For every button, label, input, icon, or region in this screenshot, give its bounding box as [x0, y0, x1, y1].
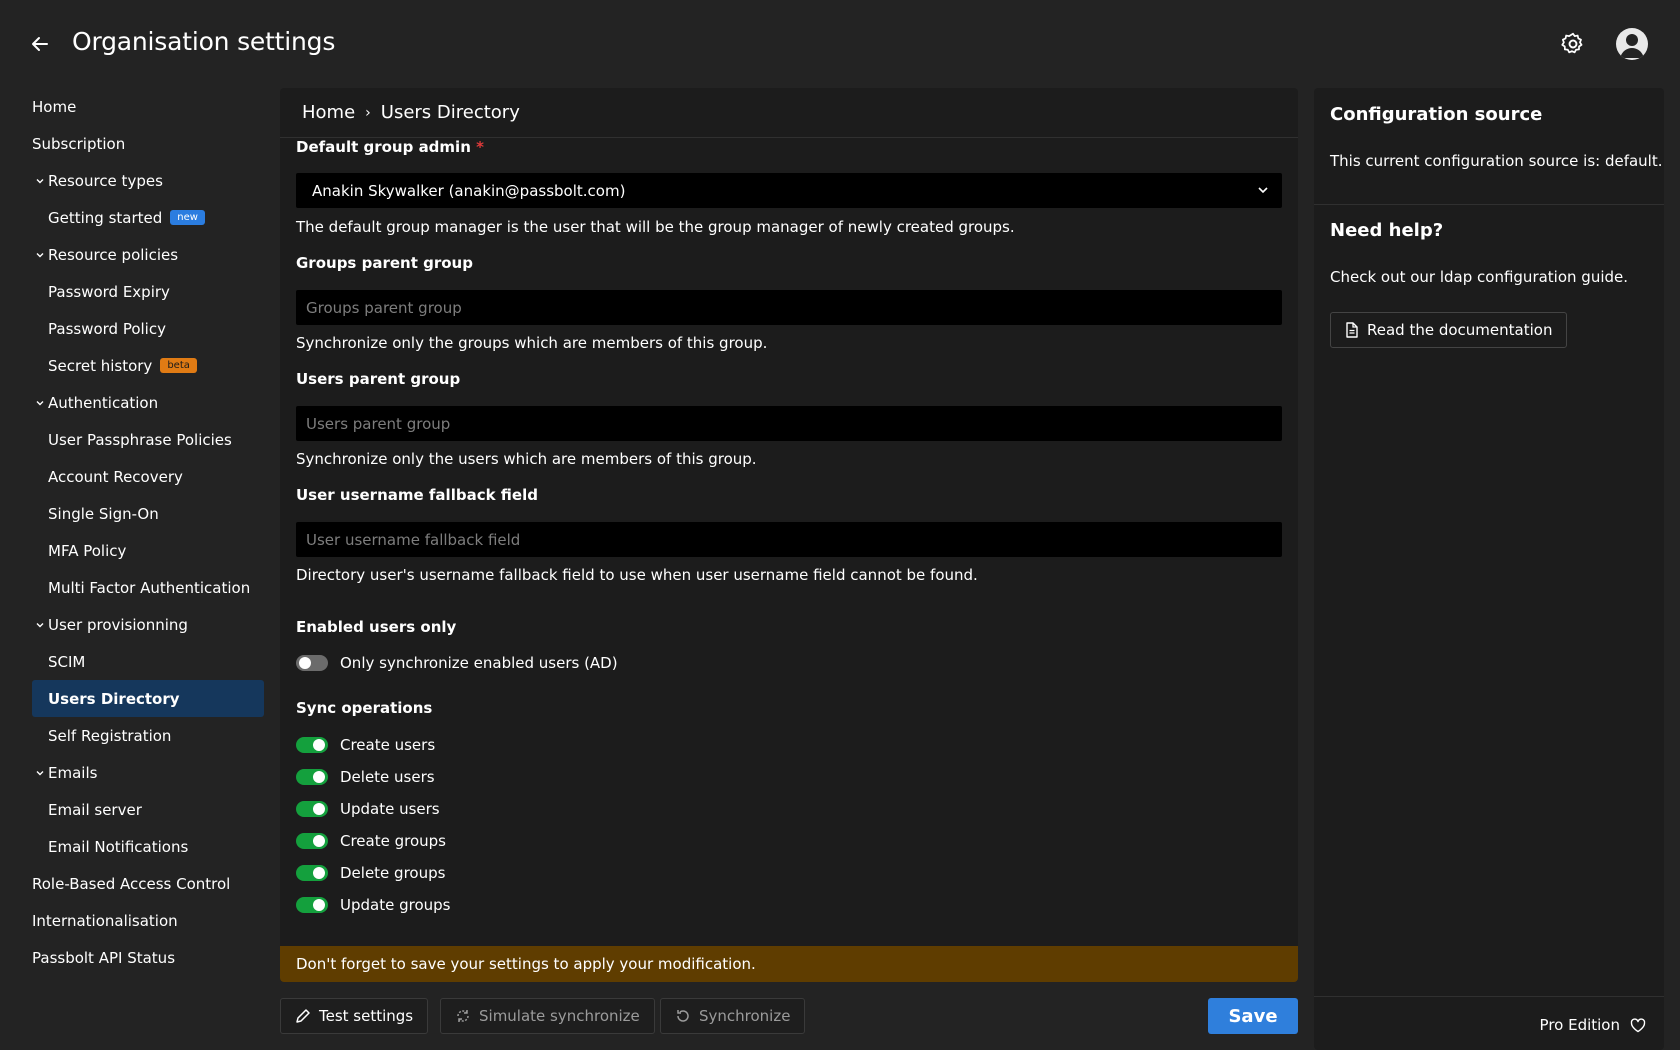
- save-button[interactable]: Save: [1208, 998, 1298, 1034]
- sidebar-group-emails[interactable]: Emails: [32, 754, 264, 791]
- breadcrumb-separator: ›: [365, 104, 371, 121]
- user-username-fallback-input[interactable]: [296, 522, 1282, 557]
- sync-delete-groups-row: Delete groups: [296, 863, 445, 883]
- test-settings-button[interactable]: Test settings: [280, 998, 429, 1034]
- enabled-users-only-toggle[interactable]: [296, 655, 328, 671]
- pencil-icon: [296, 1009, 310, 1023]
- simulate-sync-icon: [457, 1010, 469, 1022]
- sidebar-item-multi-factor-authentication[interactable]: Multi Factor Authentication: [32, 569, 264, 606]
- configuration-source-text: This current configuration source is: de…: [1330, 152, 1663, 170]
- sidebar-item-account-recovery[interactable]: Account Recovery: [32, 458, 264, 495]
- sidebar-item-scim[interactable]: SCIM: [32, 643, 264, 680]
- sync-create-users-toggle[interactable]: [296, 737, 328, 753]
- sync-icon: [677, 1010, 689, 1022]
- toggle-knob: [313, 899, 325, 911]
- toggle-knob: [313, 867, 325, 879]
- sync-operations-label: Sync operations: [296, 699, 433, 717]
- sidebar-item-single-sign-on[interactable]: Single Sign-On: [32, 495, 264, 532]
- chevron-down-icon: [32, 176, 48, 186]
- app-header: Organisation settings: [0, 0, 1680, 88]
- sync-update-users-row: Update users: [296, 799, 440, 819]
- groups-parent-group-input[interactable]: [296, 290, 1282, 325]
- sidebar-item-api-status[interactable]: Passbolt API Status: [32, 939, 264, 976]
- user-avatar-icon[interactable]: [1616, 28, 1648, 60]
- sidebar-item-secret-history[interactable]: Secret history beta: [32, 347, 264, 384]
- page-title: Organisation settings: [72, 27, 336, 56]
- need-help-text: Check out our ldap configuration guide.: [1330, 268, 1629, 286]
- default-group-admin-label: Default group admin *: [296, 138, 484, 156]
- new-badge: new: [170, 210, 205, 225]
- main-panel: Home › Users Directory Default group adm…: [280, 88, 1298, 982]
- sync-create-groups-toggle[interactable]: [296, 833, 328, 849]
- sidebar-item-subscription[interactable]: Subscription: [32, 125, 264, 162]
- sidebar-item-user-passphrase-policies[interactable]: User Passphrase Policies: [32, 421, 264, 458]
- sidebar-item-email-notifications[interactable]: Email Notifications: [32, 828, 264, 865]
- back-arrow-icon[interactable]: [28, 32, 52, 56]
- sync-create-groups-row: Create groups: [296, 831, 446, 851]
- configuration-source-title: Configuration source: [1330, 104, 1543, 125]
- users-parent-group-input[interactable]: [296, 406, 1282, 441]
- breadcrumb: Home › Users Directory: [280, 88, 1298, 138]
- sidebar-item-email-server[interactable]: Email server: [32, 791, 264, 828]
- sidebar-nav: Home Subscription Resource types Getting…: [32, 88, 264, 976]
- enabled-users-only-label: Enabled users only: [296, 618, 457, 636]
- divider: [1314, 204, 1664, 205]
- default-group-admin-help: The default group manager is the user th…: [296, 218, 1015, 236]
- breadcrumb-home[interactable]: Home: [302, 102, 355, 123]
- chevron-down-icon: [32, 398, 48, 408]
- chevron-down-icon: [32, 250, 48, 260]
- sync-update-groups-row: Update groups: [296, 895, 450, 915]
- enabled-users-only-toggle-label: Only synchronize enabled users (AD): [340, 654, 618, 672]
- user-username-fallback-help: Directory user's username fallback field…: [296, 566, 978, 584]
- heart-icon: [1630, 1017, 1646, 1032]
- divider: [1314, 996, 1664, 997]
- sync-delete-groups-toggle[interactable]: [296, 865, 328, 881]
- toggle-knob: [313, 771, 325, 783]
- pro-edition-label: Pro Edition: [1540, 1016, 1646, 1034]
- sidebar-item-password-expiry[interactable]: Password Expiry: [32, 273, 264, 310]
- default-group-admin-select[interactable]: Anakin Skywalker (anakin@passbolt.com): [296, 173, 1282, 208]
- right-help-panel: Configuration source This current config…: [1314, 88, 1664, 1050]
- simulate-synchronize-button[interactable]: Simulate synchronize: [440, 998, 655, 1034]
- need-help-title: Need help?: [1330, 220, 1444, 241]
- sidebar-item-internationalisation[interactable]: Internationalisation: [32, 902, 264, 939]
- sync-delete-users-row: Delete users: [296, 767, 435, 787]
- sidebar-group-resource-types[interactable]: Resource types: [32, 162, 264, 199]
- sidebar-item-home[interactable]: Home: [32, 88, 264, 125]
- synchronize-button[interactable]: Synchronize: [660, 998, 806, 1034]
- toggle-knob: [313, 803, 325, 815]
- sidebar-group-authentication[interactable]: Authentication: [32, 384, 264, 421]
- toggle-knob: [313, 835, 325, 847]
- sidebar-item-users-directory[interactable]: Users Directory: [32, 680, 264, 717]
- breadcrumb-current: Users Directory: [380, 102, 520, 123]
- beta-badge: beta: [160, 358, 197, 373]
- sidebar-group-resource-policies[interactable]: Resource policies: [32, 236, 264, 273]
- toggle-knob: [313, 739, 325, 751]
- chevron-down-icon: [32, 768, 48, 778]
- toggle-knob: [299, 657, 311, 669]
- required-mark: *: [476, 138, 484, 156]
- sync-create-users-row: Create users: [296, 735, 435, 755]
- chevron-down-icon: [32, 620, 48, 630]
- save-warning-banner: Don't forget to save your settings to ap…: [280, 946, 1298, 982]
- users-parent-group-label: Users parent group: [296, 370, 461, 388]
- sync-delete-users-toggle[interactable]: [296, 769, 328, 785]
- users-parent-group-help: Synchronize only the users which are mem…: [296, 450, 757, 468]
- enabled-users-only-row: Only synchronize enabled users (AD): [296, 653, 618, 673]
- sidebar-item-self-registration[interactable]: Self Registration: [32, 717, 264, 754]
- read-documentation-button[interactable]: Read the documentation: [1330, 312, 1568, 348]
- user-username-fallback-label: User username fallback field: [296, 486, 538, 504]
- gear-icon[interactable]: [1560, 31, 1586, 57]
- groups-parent-group-help: Synchronize only the groups which are me…: [296, 334, 768, 352]
- sidebar-item-rbac[interactable]: Role-Based Access Control: [32, 865, 264, 902]
- groups-parent-group-label: Groups parent group: [296, 254, 473, 272]
- sidebar-group-user-provisionning[interactable]: User provisionning: [32, 606, 264, 643]
- chevron-down-icon: [1256, 183, 1270, 197]
- document-icon: [1346, 322, 1358, 338]
- sync-update-users-toggle[interactable]: [296, 801, 328, 817]
- sidebar-item-getting-started[interactable]: Getting started new: [32, 199, 264, 236]
- sync-update-groups-toggle[interactable]: [296, 897, 328, 913]
- sidebar-item-password-policy[interactable]: Password Policy: [32, 310, 264, 347]
- sidebar-item-mfa-policy[interactable]: MFA Policy: [32, 532, 264, 569]
